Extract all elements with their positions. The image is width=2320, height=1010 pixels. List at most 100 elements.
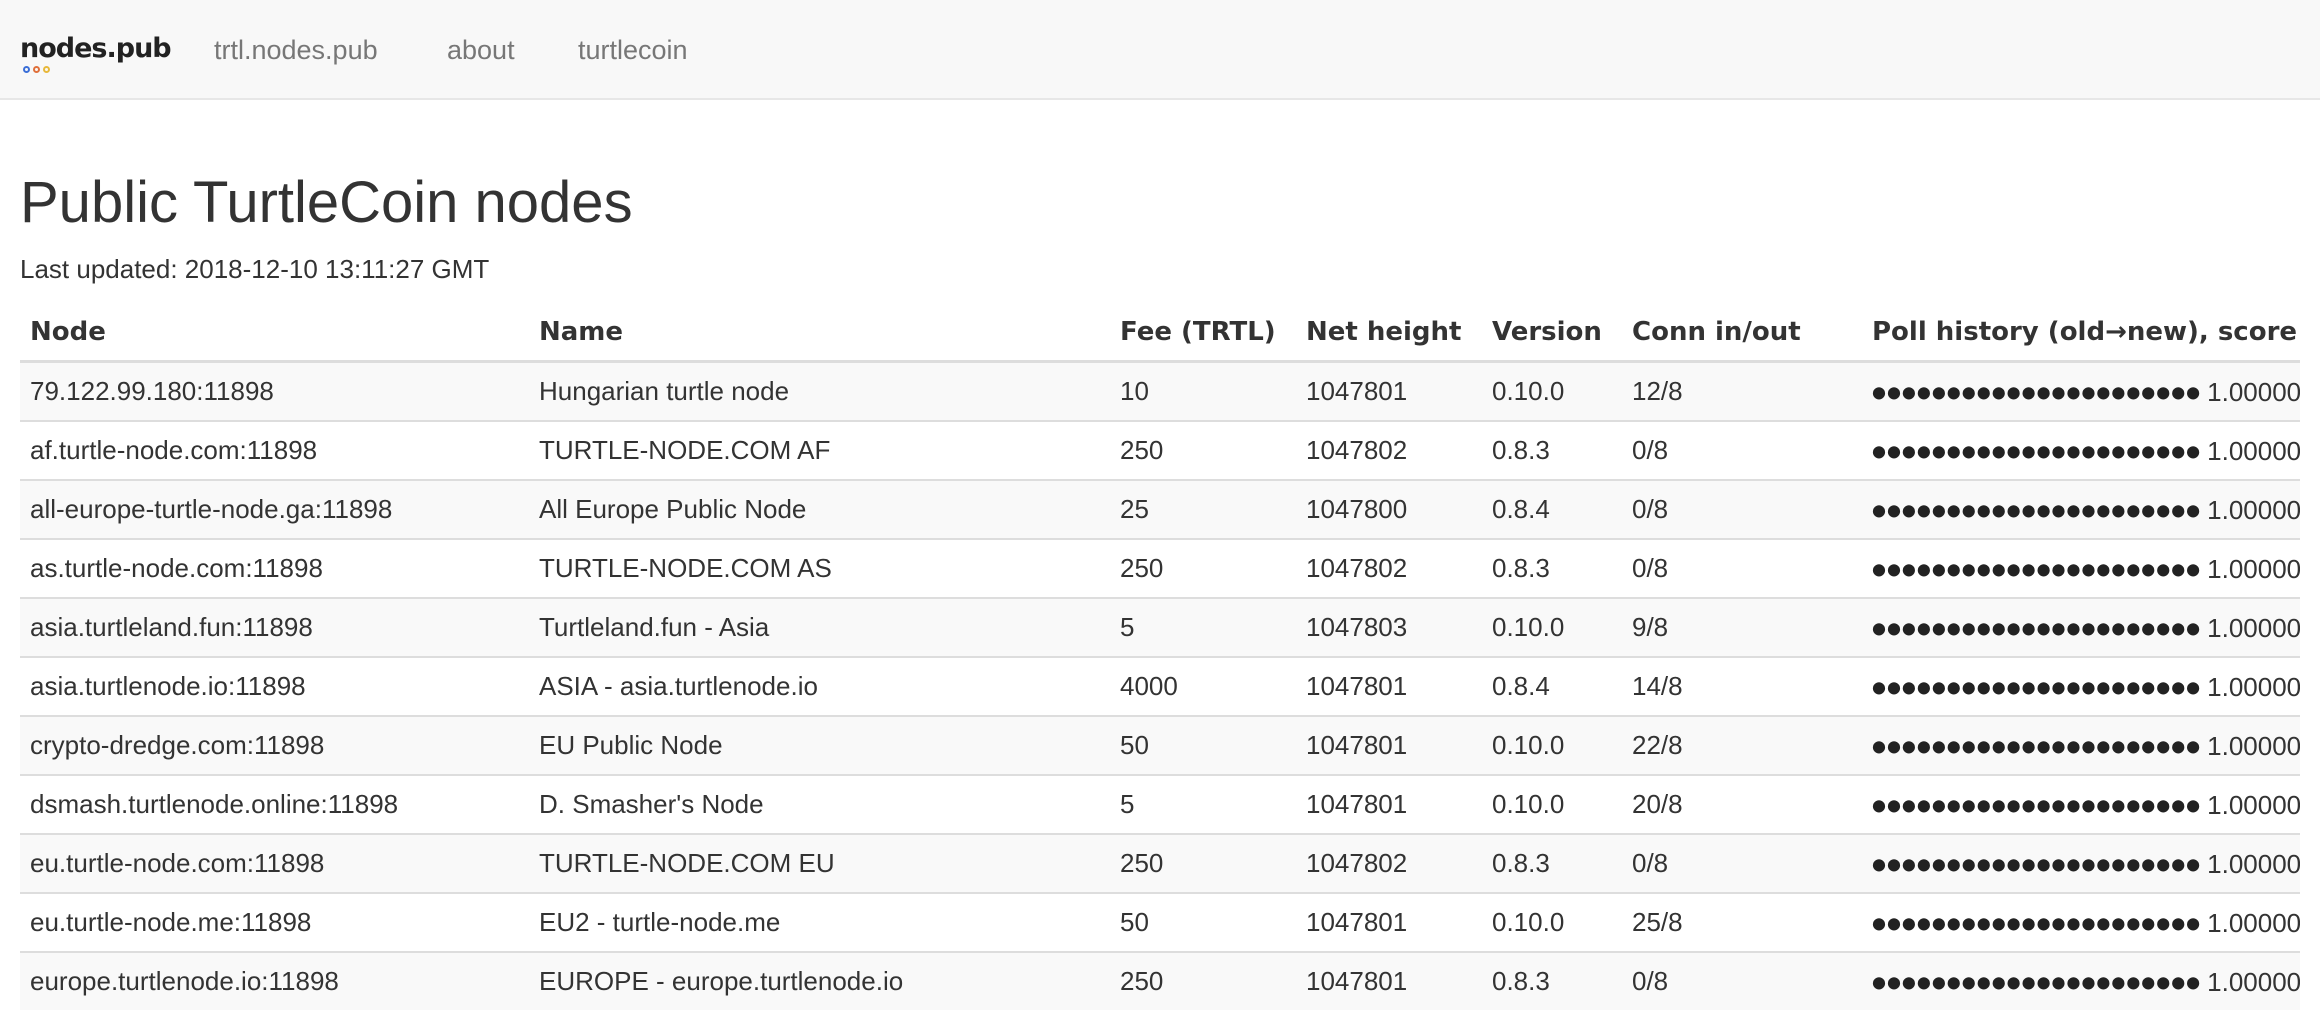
table-row: 79.122.99.180:11898Hungarian turtle node…: [20, 362, 2300, 422]
poll-history-dots: ●●●●●●●●●●●●●●●●●●●●●●: [1872, 796, 2201, 815]
cell-net-height: 1047802: [1296, 834, 1482, 893]
cell-conn: 25/8: [1622, 893, 1862, 952]
cell-version: 0.8.3: [1482, 834, 1622, 893]
header-fee[interactable]: Fee (TRTL): [1110, 304, 1296, 362]
top-navbar: nodes.pub trtl.nodes.pub about turtlecoi…: [0, 0, 2320, 100]
cell-fee: 10: [1110, 362, 1296, 422]
poll-history-dots: ●●●●●●●●●●●●●●●●●●●●●●: [1872, 442, 2201, 461]
table-row: asia.turtlenode.io:11898ASIA - asia.turt…: [20, 657, 2300, 716]
cell-conn: 0/8: [1622, 539, 1862, 598]
cell-version: 0.8.3: [1482, 952, 1622, 1010]
cell-version: 0.10.0: [1482, 893, 1622, 952]
cell-net-height: 1047800: [1296, 480, 1482, 539]
poll-score: 1.00000: [2207, 672, 2300, 702]
poll-history-dots: ●●●●●●●●●●●●●●●●●●●●●●: [1872, 501, 2201, 520]
table-row: europe.turtlenode.io:11898EUROPE - europ…: [20, 952, 2300, 1010]
cell-conn: 14/8: [1622, 657, 1862, 716]
cell-conn: 0/8: [1622, 952, 1862, 1010]
cell-name: TURTLE-NODE.COM EU: [529, 834, 1110, 893]
table-row: dsmash.turtlenode.online:11898D. Smasher…: [20, 775, 2300, 834]
table-header-row: Node Name Fee (TRTL) Net height Version …: [20, 304, 2300, 362]
cell-node: asia.turtlenode.io:11898: [20, 657, 529, 716]
cell-conn: 0/8: [1622, 480, 1862, 539]
cell-net-height: 1047801: [1296, 362, 1482, 422]
nodes-table: Node Name Fee (TRTL) Net height Version …: [20, 304, 2300, 1010]
cell-net-height: 1047801: [1296, 952, 1482, 1010]
table-row: eu.turtle-node.me:11898EU2 - turtle-node…: [20, 893, 2300, 952]
cell-fee: 25: [1110, 480, 1296, 539]
cell-net-height: 1047801: [1296, 893, 1482, 952]
poll-score: 1.00000: [2207, 731, 2300, 761]
poll-history-dots: ●●●●●●●●●●●●●●●●●●●●●●: [1872, 855, 2201, 874]
header-poll-history[interactable]: Poll history (old→new), score: [1862, 304, 2300, 362]
poll-score: 1.00000: [2207, 967, 2300, 997]
header-net-height[interactable]: Net height: [1296, 304, 1482, 362]
cell-version: 0.10.0: [1482, 362, 1622, 422]
cell-name: All Europe Public Node: [529, 480, 1110, 539]
cell-version: 0.8.3: [1482, 421, 1622, 480]
cell-poll-history: ●●●●●●●●●●●●●●●●●●●●●●1.00000: [1862, 362, 2300, 422]
cell-net-height: 1047803: [1296, 598, 1482, 657]
poll-score: 1.00000: [2207, 790, 2300, 820]
cell-version: 0.8.4: [1482, 657, 1622, 716]
poll-history-dots: ●●●●●●●●●●●●●●●●●●●●●●: [1872, 914, 2201, 933]
cell-fee: 50: [1110, 893, 1296, 952]
poll-score: 1.00000: [2207, 849, 2300, 879]
table-body: 79.122.99.180:11898Hungarian turtle node…: [20, 362, 2300, 1010]
table-row: eu.turtle-node.com:11898TURTLE-NODE.COM …: [20, 834, 2300, 893]
cell-poll-history: ●●●●●●●●●●●●●●●●●●●●●● 1.00000: [1862, 775, 2300, 834]
cell-fee: 4000: [1110, 657, 1296, 716]
brand-logo-link[interactable]: nodes.pub: [20, 32, 171, 72]
cell-net-height: 1047801: [1296, 775, 1482, 834]
cell-poll-history: ●●●●●●●●●●●●●●●●●●●●●● 1.00000: [1862, 421, 2300, 480]
poll-history-dots: ●●●●●●●●●●●●●●●●●●●●●●: [1872, 383, 2201, 402]
cell-node: europe.turtlenode.io:11898: [20, 952, 529, 1010]
poll-score: 1.00000: [2207, 554, 2300, 584]
cell-node: asia.turtleland.fun:11898: [20, 598, 529, 657]
cell-conn: 9/8: [1622, 598, 1862, 657]
cell-name: TURTLE-NODE.COM AF: [529, 421, 1110, 480]
cell-conn: 22/8: [1622, 716, 1862, 775]
poll-history-dots: ●●●●●●●●●●●●●●●●●●●●●●: [1872, 619, 2201, 638]
cell-name: EUROPE - europe.turtlenode.io: [529, 952, 1110, 1010]
table-row: crypto-dredge.com:11898EU Public Node501…: [20, 716, 2300, 775]
cell-node: af.turtle-node.com:11898: [20, 421, 529, 480]
cell-name: D. Smasher's Node: [529, 775, 1110, 834]
cell-fee: 250: [1110, 952, 1296, 1010]
nav-link-trtl-nodes-pub[interactable]: trtl.nodes.pub: [214, 30, 378, 70]
cell-fee: 250: [1110, 421, 1296, 480]
nav-link-turtlecoin[interactable]: turtlecoin: [578, 30, 688, 70]
cell-name: ASIA - asia.turtlenode.io: [529, 657, 1110, 716]
brand-dot-blue: [23, 66, 30, 73]
cell-poll-history: ●●●●●●●●●●●●●●●●●●●●●● 1.00000: [1862, 598, 2300, 657]
brand-dots-icon: [23, 60, 53, 70]
header-conn[interactable]: Conn in/out: [1622, 304, 1862, 362]
header-version[interactable]: Version: [1482, 304, 1622, 362]
cell-poll-history: ●●●●●●●●●●●●●●●●●●●●●●1.00000: [1862, 480, 2300, 539]
nav-link-about[interactable]: about: [447, 30, 515, 70]
cell-poll-history: ●●●●●●●●●●●●●●●●●●●●●● 1.00000: [1862, 893, 2300, 952]
cell-name: TURTLE-NODE.COM AS: [529, 539, 1110, 598]
poll-score: 1.00000: [2207, 436, 2300, 466]
cell-poll-history: ●●●●●●●●●●●●●●●●●●●●●●1.00000: [1862, 539, 2300, 598]
cell-net-height: 1047802: [1296, 539, 1482, 598]
table-row: asia.turtleland.fun:11898Turtleland.fun …: [20, 598, 2300, 657]
cell-version: 0.8.4: [1482, 480, 1622, 539]
cell-conn: 0/8: [1622, 834, 1862, 893]
cell-name: EU2 - turtle-node.me: [529, 893, 1110, 952]
cell-net-height: 1047802: [1296, 421, 1482, 480]
poll-history-dots: ●●●●●●●●●●●●●●●●●●●●●●: [1872, 737, 2201, 756]
poll-score: 1.00000: [2207, 613, 2300, 643]
cell-node: 79.122.99.180:11898: [20, 362, 529, 422]
cell-fee: 250: [1110, 539, 1296, 598]
header-name[interactable]: Name: [529, 304, 1110, 362]
cell-name: EU Public Node: [529, 716, 1110, 775]
cell-fee: 5: [1110, 598, 1296, 657]
cell-node: all-europe-turtle-node.ga:11898: [20, 480, 529, 539]
cell-net-height: 1047801: [1296, 716, 1482, 775]
poll-score: 1.00000: [2207, 908, 2300, 938]
header-node[interactable]: Node: [20, 304, 529, 362]
cell-poll-history: ●●●●●●●●●●●●●●●●●●●●●●1.00000: [1862, 952, 2300, 1010]
cell-node: eu.turtle-node.me:11898: [20, 893, 529, 952]
cell-fee: 250: [1110, 834, 1296, 893]
